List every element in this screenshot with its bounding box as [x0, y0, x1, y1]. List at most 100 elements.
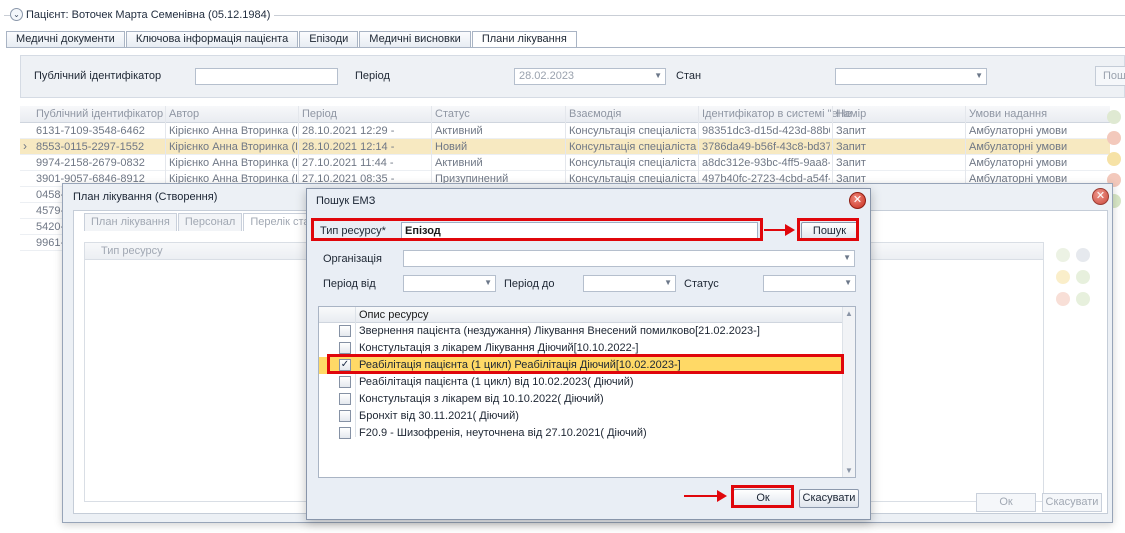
edit-icon[interactable] [1056, 270, 1070, 284]
highlight-resource-type [311, 218, 763, 241]
tab-treatment-plan[interactable]: План лікування [84, 213, 177, 231]
confirm-icon[interactable] [1076, 270, 1090, 284]
filter-panel: Публічний ідентифікатор Період 28.02.202… [20, 55, 1125, 98]
checkbox[interactable] [339, 410, 351, 422]
table-cell: Кірієнко Анна Вторинка (П... [169, 141, 297, 153]
table-cell: Консультація спеціаліста С... [569, 157, 697, 169]
emz-cancel-button[interactable]: Скасувати [799, 489, 859, 508]
arrow-icon [785, 224, 795, 236]
organization-combo[interactable]: ▼ [403, 250, 855, 267]
delete-icon[interactable] [1056, 292, 1070, 306]
highlight-ok-button [731, 485, 794, 508]
table-cell: Новий [435, 141, 468, 153]
table-cell: 28.10.2021 12:14 - [302, 141, 395, 153]
checkbox[interactable] [339, 325, 351, 337]
arrow-icon [684, 495, 718, 497]
chevron-down-icon: ▼ [975, 71, 983, 80]
tab-medical-documents[interactable]: Медичні документи [6, 31, 125, 48]
period-from-combo[interactable]: ▼ [403, 275, 496, 292]
chevron-down-icon[interactable]: ⌄ [10, 8, 23, 21]
table-cell: 27.10.2021 11:44 - [302, 157, 394, 169]
list-item[interactable]: Констультація з лікарем від 10.10.2022( … [319, 391, 843, 408]
table-cell: Амбулаторні умови [969, 157, 1068, 169]
row-indicator-icon: › [23, 139, 27, 153]
table-cell: Запит [836, 125, 866, 137]
status-label: Стан [676, 70, 702, 82]
table-cell: 98351dc3-d15d-423d-88b0-... [702, 125, 830, 137]
status-combo[interactable]: ▼ [763, 275, 856, 292]
period-combo[interactable]: 28.02.2023 ▼ [514, 68, 666, 85]
column-header[interactable]: Умови надання [969, 108, 1047, 120]
resource-description: Констультація з лікарем Лікування Діючий… [359, 342, 639, 354]
period-to-label: Період до [504, 278, 555, 290]
list-item[interactable]: F20.9 - Шизофренія, неуточнена від 27.10… [319, 425, 843, 442]
add-icon[interactable] [1107, 110, 1121, 124]
list-item[interactable]: Бронхіт від 30.11.2021( Діючий) [319, 408, 843, 425]
column-header[interactable]: Автор [169, 108, 199, 120]
chevron-down-icon: ▼ [484, 278, 492, 287]
resource-list: Опис ресурсу Звернення пацієнта (нездужа… [318, 306, 856, 478]
checkbox[interactable] [339, 342, 351, 354]
scroll-down-icon[interactable]: ▼ [845, 466, 853, 475]
table-cell: 8553-0115-2297-1552 [36, 141, 145, 153]
table-cell: Амбулаторні умови [969, 125, 1068, 137]
patient-title: Пацієнт: Воточек Марта Семенівна (05.12.… [26, 8, 271, 21]
search-icon[interactable] [1076, 248, 1090, 262]
plan-side-toolbar [1050, 242, 1100, 322]
table-cell: 6131-7109-3548-6462 [36, 125, 145, 137]
checkbox[interactable] [339, 376, 351, 388]
list-item[interactable]: Звернення пацієнта (нездужання) Лікуванн… [319, 323, 843, 340]
tab-episodes[interactable]: Епізоди [299, 31, 359, 48]
table-cell: a8dc312e-93bc-4ff5-9aa8-e... [702, 157, 830, 169]
table-cell: 28.10.2021 12:29 - [302, 125, 395, 137]
column-header[interactable]: Ідентифікатор в системі "еНе [702, 108, 852, 120]
tab-staff[interactable]: Персонал [177, 213, 243, 231]
tab-key-info[interactable]: Ключова інформація пацієнта [125, 31, 299, 48]
resource-type-header: Тип ресурсу [101, 245, 163, 257]
search-button[interactable]: Пош [1095, 66, 1125, 86]
resource-description: Бронхіт від 30.11.2021( Діючий) [359, 410, 519, 422]
plan-dialog-title: План лікування (Створення) [73, 191, 218, 203]
plan-cancel-button[interactable]: Скасувати [1042, 493, 1102, 512]
resource-description: Звернення пацієнта (нездужання) Лікуванн… [359, 325, 760, 337]
arrow-icon [764, 229, 786, 231]
table-cell: Кірієнко Анна Вторинка (П... [169, 157, 297, 169]
delete-icon[interactable] [1107, 131, 1121, 145]
tab-medical-conclusions[interactable]: Медичні висновки [359, 31, 471, 48]
status-combo[interactable]: ▼ [835, 68, 987, 85]
column-header[interactable]: Статус [435, 108, 470, 120]
chevron-down-icon: ▼ [844, 278, 852, 287]
plan-ok-button[interactable]: Ок [976, 493, 1036, 512]
public-id-input[interactable] [195, 68, 338, 85]
list-scrollbar[interactable]: ▲ ▼ [842, 307, 855, 477]
period-to-combo[interactable]: ▼ [583, 275, 676, 292]
close-icon[interactable]: ✕ [849, 192, 866, 209]
patient-header: ⌄ Пацієнт: Воточек Марта Семенівна (05.1… [4, 6, 1125, 26]
edit-icon[interactable] [1107, 152, 1121, 166]
period-value: 28.02.2023 [519, 70, 575, 82]
table-cell: Консультація спеціаліста С... [569, 125, 697, 137]
main-tabs: Медичні документи Ключова інформація пац… [6, 31, 578, 48]
table-cell: Активний [435, 125, 483, 137]
close-icon[interactable]: ✕ [1092, 188, 1109, 205]
column-header[interactable]: Період [302, 108, 337, 120]
checkbox[interactable] [339, 427, 351, 439]
resource-description: Реабілітація пацієнта (1 цикл) від 10.02… [359, 376, 634, 388]
tab-treatment-plans[interactable]: Плани лікування [471, 31, 577, 48]
status-label: Статус [684, 278, 719, 290]
resource-description-header[interactable]: Опис ресурсу [359, 309, 428, 321]
scroll-up-icon[interactable]: ▲ [845, 309, 853, 318]
highlight-selected-item [327, 354, 844, 374]
list-item[interactable]: Реабілітація пацієнта (1 цикл) від 10.02… [319, 374, 843, 391]
add-icon[interactable] [1056, 248, 1070, 262]
column-header[interactable]: Публічний ідентифікатор [36, 108, 163, 120]
column-header[interactable]: Взаємодія [569, 108, 621, 120]
resource-description: Констультація з лікарем від 10.10.2022( … [359, 393, 604, 405]
save-icon[interactable] [1076, 292, 1090, 306]
period-label: Період [355, 70, 390, 82]
column-header[interactable]: Намір [836, 108, 866, 120]
table-cell: Консультація спеціаліста С... [569, 141, 697, 153]
checkbox[interactable] [339, 393, 351, 405]
table-cell: Запит [836, 141, 866, 153]
public-id-label: Публічний ідентифікатор [34, 70, 162, 82]
